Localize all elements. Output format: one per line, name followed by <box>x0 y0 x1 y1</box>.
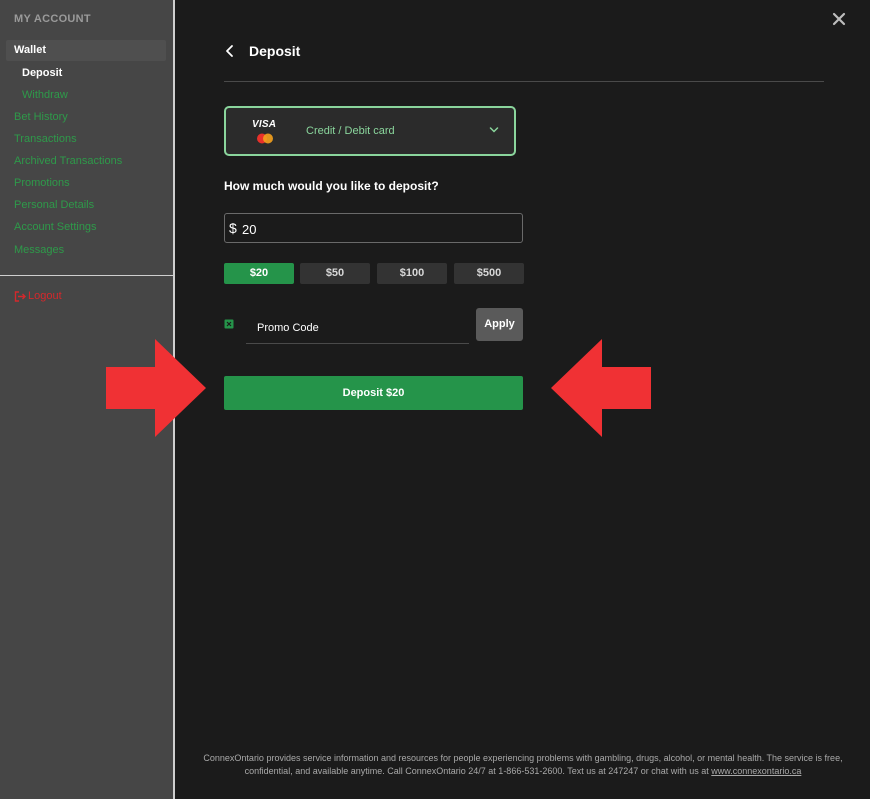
preset-50-button[interactable]: $50 <box>300 263 370 284</box>
arrow-right-icon <box>106 339 206 437</box>
connexontario-link[interactable]: www.connexontario.ca <box>711 766 801 776</box>
sidebar-item-wallet[interactable]: Wallet <box>6 40 166 61</box>
arrow-left-icon <box>551 339 651 437</box>
sidebar-item-bet-history[interactable]: Bet History <box>14 111 68 123</box>
logout-label: Logout <box>28 290 62 302</box>
sidebar-header: MY ACCOUNT <box>14 13 91 25</box>
sidebar-item-account-settings[interactable]: Account Settings <box>14 221 97 233</box>
amount-field: $ <box>224 213 523 243</box>
deposit-amount-question: How much would you like to deposit? <box>224 179 439 193</box>
deposit-button[interactable]: Deposit $20 <box>224 376 523 410</box>
sidebar-item-deposit[interactable]: Deposit <box>22 67 62 79</box>
sidebar-item-promotions[interactable]: Promotions <box>14 177 70 189</box>
promo-ticket-icon <box>224 319 234 329</box>
visa-logo: VISA <box>252 119 277 130</box>
preset-20-button[interactable]: $20 <box>224 263 294 284</box>
responsible-gambling-footer: ConnexOntario provides service informati… <box>186 752 860 778</box>
logout-icon <box>14 290 26 302</box>
close-icon[interactable] <box>830 10 848 28</box>
sidebar-item-archived-transactions[interactable]: Archived Transactions <box>14 155 122 167</box>
sidebar-item-messages[interactable]: Messages <box>14 244 64 256</box>
sidebar-item-withdraw[interactable]: Withdraw <box>22 89 68 101</box>
payment-method-label: Credit / Debit card <box>306 125 395 137</box>
sidebar-item-wallet-label: Wallet <box>14 44 46 56</box>
chevron-down-icon <box>489 127 499 133</box>
amount-input[interactable] <box>242 219 512 239</box>
payment-method-select[interactable]: VISA Credit / Debit card <box>224 106 516 156</box>
promo-code-input[interactable] <box>246 312 469 344</box>
apply-promo-button[interactable]: Apply <box>476 308 523 341</box>
logout-link[interactable]: Logout <box>14 290 62 302</box>
preset-500-button[interactable]: $500 <box>454 263 524 284</box>
title-divider <box>224 81 824 82</box>
page-title: Deposit <box>249 43 301 59</box>
sidebar-item-personal-details[interactable]: Personal Details <box>14 199 94 211</box>
mastercard-icon <box>257 133 273 144</box>
currency-symbol: $ <box>229 220 237 236</box>
sidebar-divider <box>0 275 173 276</box>
back-arrow-icon[interactable] <box>224 44 236 58</box>
sidebar-item-transactions[interactable]: Transactions <box>14 133 77 145</box>
preset-100-button[interactable]: $100 <box>377 263 447 284</box>
